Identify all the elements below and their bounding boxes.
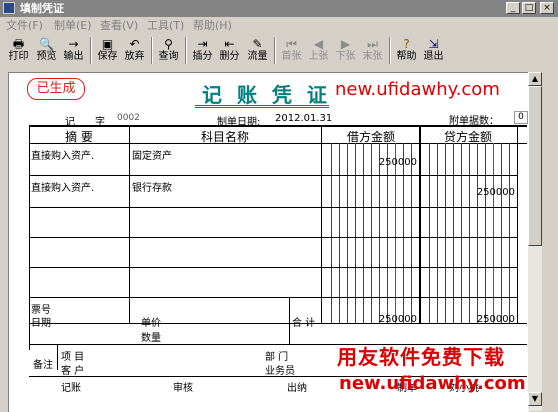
help-button[interactable]: ? 帮助 bbox=[394, 35, 419, 66]
menu-tools[interactable]: 工具(T) bbox=[147, 18, 184, 33]
generated-stamp: 已生成 bbox=[27, 78, 85, 100]
row-summary[interactable]: 直接购入资产. bbox=[31, 179, 94, 194]
unit-price-label: 单价 bbox=[141, 318, 161, 329]
row-divider bbox=[29, 267, 517, 268]
pencil-icon: ✎ bbox=[252, 37, 263, 51]
title-underline bbox=[195, 107, 329, 108]
next-button[interactable]: ▶ 下张 bbox=[333, 35, 358, 66]
col-divider bbox=[517, 125, 518, 324]
prev-button[interactable]: ◀ 上张 bbox=[306, 35, 331, 66]
download-watermark: 用友软件免费下载 bbox=[337, 345, 505, 369]
last-button[interactable]: ⏭ 末张 bbox=[360, 35, 385, 66]
exit-icon: ⇲ bbox=[428, 37, 439, 51]
binoculars-icon: ⚲ bbox=[164, 37, 173, 51]
row-account[interactable]: 固定资产 bbox=[132, 147, 172, 162]
menu-bar: 文件(F) 制单(E) 查看(V) 工具(T) 帮助(H) bbox=[0, 17, 558, 34]
row-credit[interactable]: 250000 bbox=[421, 187, 515, 198]
prev-icon: ◀ bbox=[313, 37, 324, 51]
col-divider bbox=[321, 125, 322, 324]
attachment-count[interactable]: 0 bbox=[514, 111, 528, 124]
quantity-label: 数量 bbox=[141, 333, 161, 344]
row-divider bbox=[29, 175, 517, 176]
row-debit[interactable]: 250000 bbox=[323, 157, 417, 168]
menu-help[interactable]: 帮助(H) bbox=[193, 18, 232, 33]
delete-line-icon: ⇤ bbox=[224, 37, 235, 51]
department-label: 部 门 bbox=[265, 352, 289, 363]
row-divider bbox=[29, 237, 517, 238]
review-label: 审核 bbox=[173, 383, 193, 394]
row-summary[interactable]: 直接购入资产. bbox=[31, 147, 94, 162]
minimize-button[interactable]: _ bbox=[506, 2, 520, 14]
close-button[interactable]: × bbox=[540, 2, 554, 14]
next-icon: ▶ bbox=[340, 37, 351, 51]
cashier-label: 出纳 bbox=[287, 383, 307, 394]
save-button[interactable]: ▣ 保存 bbox=[95, 35, 120, 66]
query-button[interactable]: ⚲ 查询 bbox=[156, 35, 181, 66]
row-account[interactable]: 银行存款 bbox=[132, 179, 172, 194]
maximize-button[interactable]: □ bbox=[522, 2, 536, 14]
exit-button[interactable]: ⇲ 退出 bbox=[421, 35, 446, 66]
menu-voucher[interactable]: 制单(E) bbox=[54, 18, 92, 33]
scroll-down-button[interactable]: ▼ bbox=[528, 392, 542, 406]
print-button[interactable]: 🖶 打印 bbox=[6, 35, 31, 66]
total-credit: 250000 bbox=[476, 314, 515, 325]
table-top-border bbox=[29, 125, 527, 127]
preview-button[interactable]: 🔍 预览 bbox=[34, 35, 59, 66]
export-button[interactable]: → 输出 bbox=[61, 35, 86, 66]
app-icon bbox=[3, 2, 15, 14]
project-label: 项 目 bbox=[61, 352, 85, 363]
window-title: 填制凭证 bbox=[20, 2, 64, 15]
first-icon: ⏮ bbox=[286, 37, 297, 51]
col-divider bbox=[129, 125, 130, 324]
total-label: 合 计 bbox=[292, 318, 316, 329]
insert-line-icon: ⇥ bbox=[197, 37, 208, 51]
salesperson-label: 业务员 bbox=[265, 366, 295, 377]
voucher-number[interactable]: 0002 bbox=[117, 113, 140, 123]
title-underline bbox=[195, 105, 329, 106]
delete-line-button[interactable]: ⇤ 删分 bbox=[217, 35, 242, 66]
scroll-thumb[interactable] bbox=[528, 86, 542, 246]
printer-icon: 🖶 bbox=[12, 37, 25, 51]
menu-file[interactable]: 文件(F) bbox=[6, 18, 43, 33]
total-divider-vertical bbox=[289, 297, 290, 344]
customer-label: 客 户 bbox=[61, 366, 85, 377]
remark-divider bbox=[57, 345, 58, 370]
title-bar: 填制凭证 _ □ × bbox=[0, 0, 558, 17]
voucher-date[interactable]: 2012.01.31 bbox=[275, 113, 332, 124]
help-icon: ? bbox=[403, 37, 410, 51]
scroll-up-button[interactable]: ▲ bbox=[528, 72, 542, 86]
row-divider bbox=[29, 297, 517, 298]
toolbar: 🖶 打印 🔍 预览 → 输出 ▣ 保存 ↶ 放弃 ⚲ 查询 ⇥ 插分 ⇤ 删分 ✎ 流量 ⏮ 首张 … bbox=[2, 35, 556, 67]
voucher-title: 记 账 凭 证 bbox=[202, 83, 331, 107]
last-icon: ⏭ bbox=[367, 37, 378, 51]
remark-label: 备注 bbox=[33, 360, 53, 371]
voucher-document: 已生成 记 账 凭 证 new.ufidawhy.com 记 字 0002 制单… bbox=[8, 72, 529, 412]
bookkeeping-label: 记账 bbox=[61, 383, 81, 394]
first-button[interactable]: ⏮ 首张 bbox=[279, 35, 304, 66]
total-debit: 250000 bbox=[378, 314, 417, 325]
cash-flow-button[interactable]: ✎ 流量 bbox=[245, 35, 270, 66]
insert-line-button[interactable]: ⇥ 插分 bbox=[190, 35, 215, 66]
export-icon: → bbox=[68, 37, 79, 51]
download-watermark-url: new.ufidawhy.com bbox=[339, 373, 526, 394]
save-icon: ▣ bbox=[101, 37, 114, 51]
preview-icon: 🔍 bbox=[39, 37, 54, 51]
discard-button[interactable]: ↶ 放弃 bbox=[122, 35, 147, 66]
vertical-scrollbar[interactable]: ▲ ▼ bbox=[528, 72, 542, 411]
watermark-url: new.ufidawhy.com bbox=[335, 79, 500, 100]
undo-icon: ↶ bbox=[129, 37, 140, 51]
menu-view[interactable]: 查看(V) bbox=[100, 18, 138, 33]
row-divider bbox=[29, 207, 517, 208]
ticket-date-label: 日期 bbox=[31, 318, 51, 329]
